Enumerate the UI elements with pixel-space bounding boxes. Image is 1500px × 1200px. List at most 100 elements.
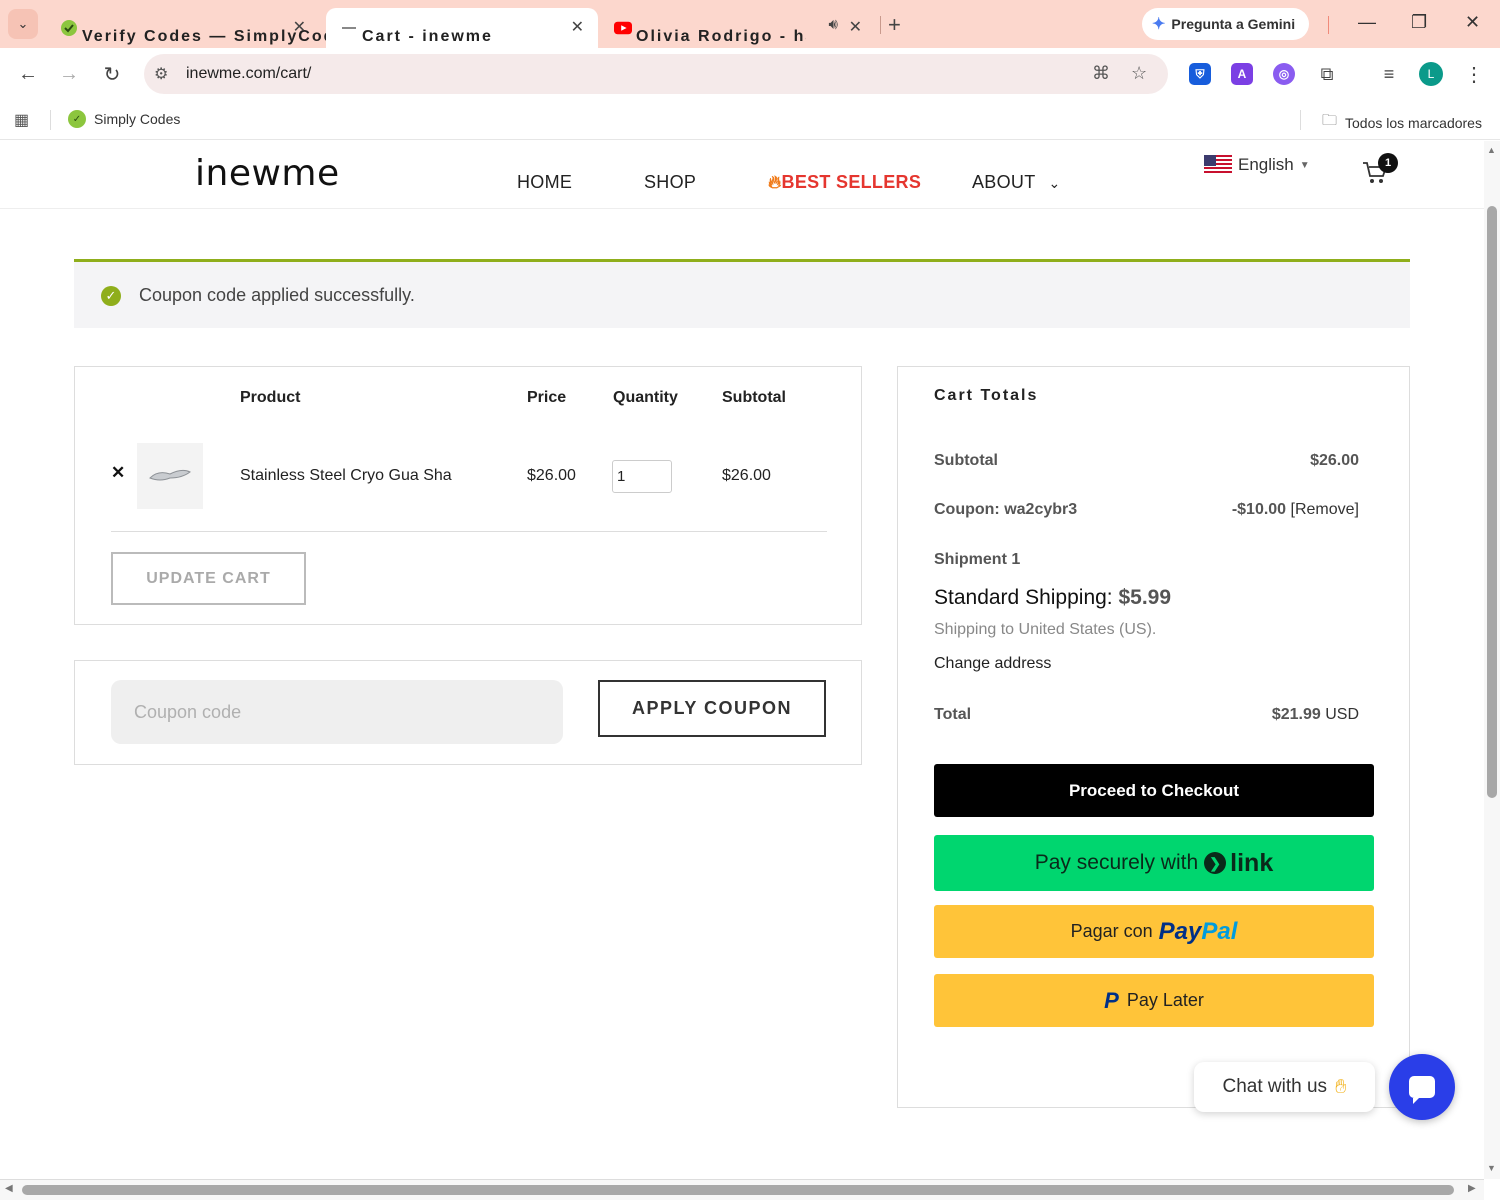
tab-title: Olivia Rodrigo - happier (Ly xyxy=(636,28,806,45)
link-pay-label: Pay securely with xyxy=(1034,851,1199,874)
restore-icon[interactable]: ❐ xyxy=(1411,12,1427,33)
nav-home[interactable]: HOME xyxy=(517,172,572,193)
bookmark-divider xyxy=(1300,110,1301,130)
close-window-icon[interactable]: ✕ xyxy=(1465,12,1480,33)
tab-title: Verify Codes — SimplyCodes xyxy=(82,28,358,45)
nav-shop[interactable]: SHOP xyxy=(644,172,696,193)
tab-youtube[interactable]: Olivia Rodrigo - happier (Ly 🔊︎ ✕ xyxy=(600,8,876,48)
apply-coupon-button[interactable]: APPLY COUPON xyxy=(598,680,826,737)
scroll-up-arrow-icon[interactable]: ▲ xyxy=(1487,145,1496,155)
paypal-pay-later-button[interactable]: P Pay Later xyxy=(934,974,1374,1027)
update-cart-button[interactable]: UPDATE CART xyxy=(111,552,306,605)
bookmark-simply-codes[interactable]: ✓ Simply Codes xyxy=(68,110,180,128)
paypal-button[interactable]: Pagar con PayPal xyxy=(934,905,1374,958)
simplycodes-favicon-icon: ✓ xyxy=(68,110,86,128)
language-selector[interactable]: English ▼ xyxy=(1204,155,1310,175)
coupon-section: APPLY COUPON xyxy=(74,660,862,765)
proceed-to-checkout-button[interactable]: Proceed to Checkout xyxy=(934,764,1374,817)
apps-grid-icon[interactable]: ▦ xyxy=(14,110,29,130)
a-extension-icon[interactable]: A xyxy=(1231,63,1253,85)
profile-avatar[interactable]: L xyxy=(1419,62,1443,86)
kebab-menu-icon[interactable]: ⋮ xyxy=(1460,60,1488,88)
header-subtotal: Subtotal xyxy=(722,389,786,406)
horizontal-scroll-thumb[interactable] xyxy=(22,1185,1454,1195)
nav-about-label: ABOUT xyxy=(972,172,1036,192)
nav-best-sellers[interactable]: 🔥︎BEST SELLERS xyxy=(768,172,921,193)
reload-icon[interactable]: ↻ xyxy=(98,60,126,88)
scroll-down-arrow-icon[interactable]: ▼ xyxy=(1487,1163,1496,1173)
coupon-discount: -$10.00 [Remove] xyxy=(1232,501,1359,519)
horizontal-scrollbar[interactable]: ◀ ▶ xyxy=(0,1179,1484,1200)
shipping-method-label: Standard Shipping: xyxy=(934,586,1113,609)
tab-inewme-cart[interactable]: Cart - inewme ✕ xyxy=(326,8,598,48)
cart-totals-panel: Cart Totals Subtotal $26.00 Coupon: wa2c… xyxy=(897,366,1410,1108)
scroll-right-arrow-icon[interactable]: ▶ xyxy=(1468,1183,1476,1194)
inewme-favicon-icon xyxy=(340,19,358,37)
vertical-scrollbar[interactable]: ▲ ▼ xyxy=(1484,141,1500,1179)
cart-count-badge: 1 xyxy=(1378,153,1398,173)
language-label: English xyxy=(1238,155,1294,174)
paypal-brand-pal: Pal xyxy=(1201,917,1238,945)
product-thumbnail[interactable] xyxy=(137,443,203,509)
cart-table: Product Price Quantity Subtotal ✕ Stainl… xyxy=(74,366,862,625)
coupon-success-notice: ✓ Coupon code applied successfully. xyxy=(74,259,1410,328)
product-price: $26.00 xyxy=(527,467,576,484)
coupon-label: Coupon: wa2cybr3 xyxy=(934,501,1078,518)
paypal-brand-pay: Pay xyxy=(1158,917,1202,945)
new-tab-plus-icon[interactable]: + xyxy=(888,12,901,38)
forward-arrow-icon[interactable]: → xyxy=(55,60,83,88)
extensions-puzzle-icon[interactable]: ⧉ xyxy=(1313,60,1341,88)
paypal-label: Pagar con xyxy=(1070,921,1153,941)
speaker-icon[interactable]: 🔊︎ xyxy=(829,16,838,33)
site-logo[interactable]: inewme xyxy=(195,153,340,194)
all-bookmarks-button[interactable]: 🗀︎ Todos los marcadores xyxy=(1322,110,1482,135)
coupon-discount-amount: -$10.00 xyxy=(1231,501,1287,518)
coupon-code-input[interactable] xyxy=(111,680,563,744)
link-pay-button[interactable]: Pay securely with ❯ link xyxy=(934,835,1374,891)
bookmark-star-icon[interactable]: ☆ xyxy=(1131,63,1147,84)
change-address-link[interactable]: Change address xyxy=(934,655,1051,673)
scroll-left-arrow-icon[interactable]: ◀ xyxy=(5,1183,13,1194)
bookmarks-bar: ▦ ✓ Simply Codes 🗀︎ Todos los marcadores xyxy=(0,100,1500,140)
browser-toolbar: ← → ↻ ⚙︎ inewme.com/cart/ ⌘ ☆ ⛨ A ◎ ⧉ ≡ … xyxy=(0,48,1500,100)
chat-launcher-button[interactable] xyxy=(1389,1054,1455,1120)
close-tab-icon[interactable]: ✕ xyxy=(849,17,862,37)
quantity-input[interactable] xyxy=(612,460,672,493)
address-bar[interactable]: ⚙︎ inewme.com/cart/ ⌘ ☆ xyxy=(144,54,1168,94)
header-product: Product xyxy=(240,389,301,406)
gemini-button[interactable]: ✦ Pregunta a Gemini xyxy=(1142,8,1310,40)
cart-totals-title: Cart Totals xyxy=(934,387,1039,404)
notice-message: Coupon code applied successfully. xyxy=(139,285,415,305)
link-brand: link xyxy=(1230,848,1274,877)
chat-with-us-prompt[interactable]: Chat with us ✋︎ xyxy=(1194,1062,1375,1112)
paypal-p-icon: P xyxy=(1104,987,1119,1013)
vertical-scroll-thumb[interactable] xyxy=(1487,206,1497,798)
back-arrow-icon[interactable]: ← xyxy=(14,60,42,88)
purple-extension-icon[interactable]: ◎ xyxy=(1273,63,1295,85)
site-settings-icon[interactable]: ⚙︎ xyxy=(154,64,168,84)
check-circle-icon: ✓ xyxy=(101,286,121,306)
remove-coupon-link[interactable]: [Remove] xyxy=(1291,501,1359,518)
minimize-icon[interactable]: — xyxy=(1358,12,1376,33)
translate-icon[interactable]: ⌘ xyxy=(1092,63,1110,84)
site-header: inewme HOME SHOP 🔥︎BEST SELLERS ABOUT ⌄ … xyxy=(0,141,1484,209)
tab-search-button[interactable]: ⌄ xyxy=(8,9,38,39)
nav-about[interactable]: ABOUT ⌄ xyxy=(972,172,1061,193)
shipping-method[interactable]: Standard Shipping: $5.99 xyxy=(934,586,1171,610)
product-subtotal: $26.00 xyxy=(722,467,771,484)
bookmark-divider xyxy=(50,110,51,130)
us-flag-icon xyxy=(1204,155,1232,175)
remove-item-icon[interactable]: ✕ xyxy=(111,463,125,483)
browser-tab-bar: ⌄ Verify Codes — SimplyCodes ✕ Cart - in… xyxy=(0,0,1500,48)
url-text[interactable]: inewme.com/cart/ xyxy=(186,65,311,83)
youtube-favicon-icon xyxy=(614,19,632,37)
bitwarden-shield-icon[interactable]: ⛨ xyxy=(1189,63,1211,85)
shipping-destination: Shipping to United States (US). xyxy=(934,621,1157,638)
header-price: Price xyxy=(527,389,567,406)
product-name[interactable]: Stainless Steel Cryo Gua Sha xyxy=(240,467,452,485)
subtotal-label: Subtotal xyxy=(934,452,998,469)
tab-simplycodes[interactable]: Verify Codes — SimplyCodes ✕ xyxy=(46,8,355,48)
close-tab-icon[interactable]: ✕ xyxy=(293,17,306,37)
close-tab-icon[interactable]: ✕ xyxy=(571,17,584,37)
media-control-icon[interactable]: ≡ xyxy=(1375,60,1403,88)
